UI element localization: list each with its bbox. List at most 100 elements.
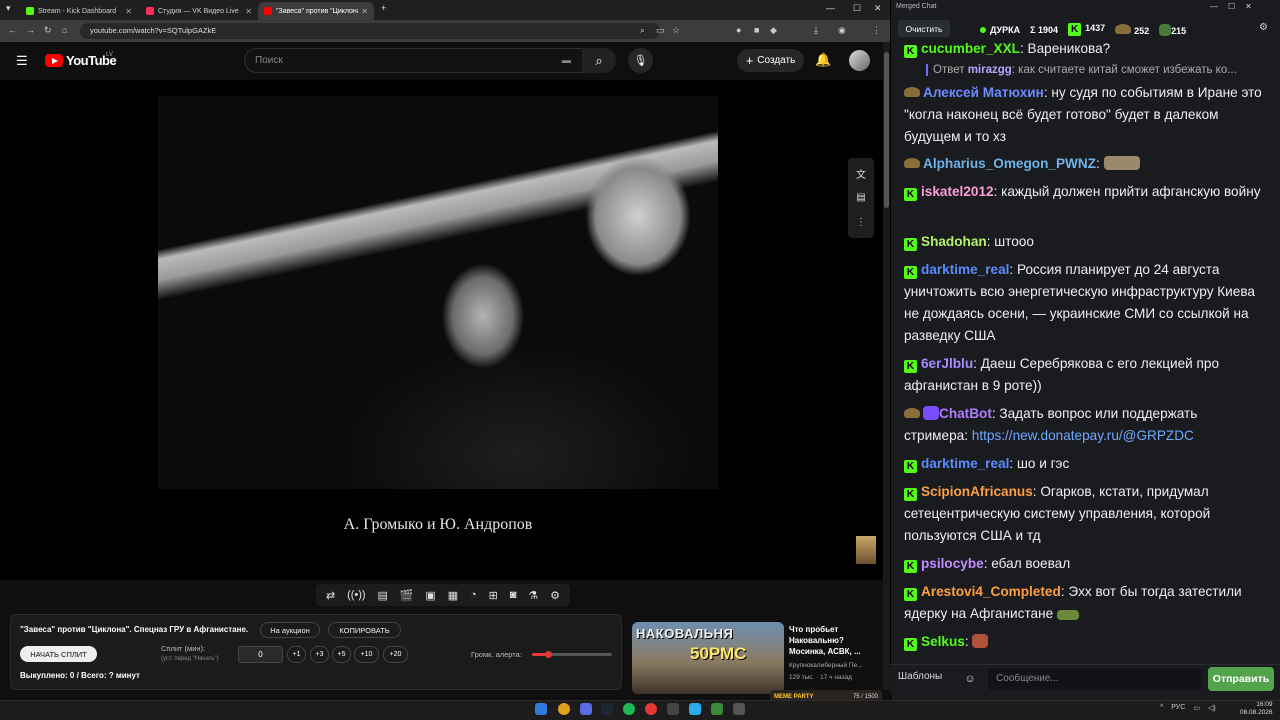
increment-3-button[interactable]: +3 (310, 646, 329, 663)
camera-icon[interactable]: ◙ (510, 589, 517, 601)
templates-button[interactable]: Шаблоны (898, 671, 942, 682)
search-button[interactable]: ⌕ (582, 48, 616, 73)
bookmark-icon[interactable]: ☆ (672, 25, 680, 36)
close-icon[interactable]: ✕ (245, 7, 252, 16)
tab-search-icon[interactable]: ▾ (6, 3, 11, 14)
extension-icon[interactable]: ● (736, 25, 741, 35)
spotify-icon[interactable] (623, 703, 635, 715)
clapper-icon[interactable]: 🎬 (400, 589, 414, 602)
close-window-icon[interactable]: ✕ (874, 3, 882, 14)
steam-icon[interactable] (601, 703, 613, 715)
extension-icon[interactable]: ◆ (770, 25, 777, 36)
close-icon[interactable]: ✕ (361, 7, 368, 16)
chat-window-controls[interactable]: —☐✕ (1210, 2, 1262, 11)
clear-chat-button[interactable]: Очистить (898, 20, 950, 37)
more-icon[interactable]: ⋮ (850, 211, 872, 233)
chat-username[interactable]: Selkus (921, 634, 965, 649)
chat-username[interactable]: Shadohan (921, 234, 987, 249)
voice-search-button[interactable]: 🎙 (628, 48, 653, 73)
network-icon[interactable]: ▭ (1193, 704, 1200, 712)
chat-username[interactable]: psilocybe (921, 556, 984, 571)
increment-10-button[interactable]: +10 (354, 646, 379, 663)
message-input[interactable]: Сообщение... (988, 668, 1202, 690)
chat-username[interactable]: ScipionAfricanus (921, 484, 1033, 499)
film-icon[interactable]: ▦ (448, 589, 458, 602)
chat-username[interactable]: darktime_real (921, 262, 1009, 277)
home-icon[interactable]: ⌂ (62, 25, 67, 35)
emoji-icon[interactable]: ☺ (961, 670, 979, 688)
subtitles-icon[interactable]: ▤ (850, 186, 872, 208)
download-icon[interactable]: ⤓ (814, 25, 818, 36)
start-icon[interactable] (535, 703, 547, 715)
volume-icon[interactable]: ◁) (1208, 704, 1216, 712)
chat-username[interactable]: ChatBot (939, 406, 992, 421)
zoom-icon[interactable]: ⌕ (640, 25, 645, 36)
translate-icon[interactable]: 文 (850, 162, 872, 184)
notifications-bell-icon[interactable]: 🔔 (815, 52, 831, 68)
chat-username[interactable]: darktime_real (921, 456, 1009, 471)
donate-link[interactable]: https://new.donatepay.ru/@GRPZDC (972, 428, 1194, 443)
alert-volume-handle[interactable] (545, 651, 552, 658)
language-indicator[interactable]: РУС (1171, 704, 1185, 712)
app-icon[interactable] (667, 703, 679, 715)
start-split-button[interactable]: НАЧАТЬ СПЛИТ (20, 646, 97, 662)
copy-button[interactable]: КОПИРОВАТЬ (328, 622, 401, 638)
chat-username[interactable]: Алексей Матюхин (923, 85, 1044, 100)
add-clip-icon[interactable]: ⊞ (489, 589, 498, 602)
chat-username[interactable]: Alpharius_Omegon_PWNZ (923, 156, 1096, 171)
speed-icon[interactable]: ◔ (470, 589, 477, 601)
system-tray[interactable]: ^ РУС ▭ ◁) (1160, 704, 1216, 712)
increment-1-button[interactable]: +1 (287, 646, 306, 663)
end-card-thumbnail[interactable] (856, 536, 876, 564)
increment-20-button[interactable]: +20 (383, 646, 408, 663)
forward-icon[interactable]: → (26, 25, 35, 35)
hamburger-icon[interactable]: ☰ (16, 53, 28, 69)
back-icon[interactable]: ← (8, 25, 17, 35)
tray-chevron-icon[interactable]: ^ (1160, 704, 1163, 712)
new-tab-icon[interactable]: + (381, 3, 386, 13)
extension-icon[interactable]: ■ (754, 25, 759, 35)
broadcast-icon[interactable]: ((•)) (347, 589, 366, 601)
split-minutes-input[interactable]: 0 (238, 646, 283, 663)
minimize-icon[interactable]: — (826, 3, 835, 13)
gear-icon[interactable]: ⚙ (550, 589, 560, 602)
cast-icon[interactable]: ▭ (656, 25, 665, 36)
app-icon[interactable] (711, 703, 723, 715)
scrollbar-thumb[interactable] (884, 52, 889, 208)
close-icon[interactable]: ✕ (125, 7, 132, 16)
keyboard-icon[interactable]: ▬ (562, 55, 571, 65)
search-input[interactable]: Поиск ▬ (244, 48, 584, 73)
reload-icon[interactable]: ↻ (44, 25, 52, 36)
address-bar[interactable]: youtube.com/watch?v=SQTulpGAZkE (80, 23, 660, 39)
maximize-icon[interactable]: ☐ (853, 3, 861, 14)
taskbar-clock[interactable]: 16:09 08.08.2026 (1240, 701, 1273, 717)
chat-settings-icon[interactable]: ⚙ (1259, 22, 1268, 33)
chat-username[interactable]: iskatel2012 (921, 184, 994, 199)
tab-kick-dashboard[interactable]: Stream - Kick Dashboard ✕ (20, 2, 138, 20)
tab-vk-studio[interactable]: Студия — VK Видео Live ✕ (140, 2, 258, 20)
flask-icon[interactable]: ⚗ (528, 589, 538, 602)
tab-youtube-video[interactable]: "Завеса" против "Циклона" ✕ (258, 2, 374, 20)
app-icon[interactable] (733, 703, 745, 715)
recommended-title[interactable]: Что пробьет Наковальню? Мосинка, АСВК, .… (789, 624, 881, 657)
send-button[interactable]: Отправить (1208, 667, 1274, 691)
chat-username[interactable]: Arestovi4_Completed (921, 584, 1061, 599)
frame-icon[interactable]: ▣ (425, 589, 435, 602)
youtube-logo-icon[interactable] (45, 54, 63, 67)
telegram-icon[interactable] (689, 703, 701, 715)
recommended-channel[interactable]: Крупнокалиберный Пе... (789, 662, 881, 669)
playlist-icon[interactable]: ▤ (378, 589, 388, 602)
loop-icon[interactable]: ⇄ (326, 589, 335, 602)
create-button[interactable]: + Создать (737, 49, 804, 72)
chat-username[interactable]: 6erJlblu (921, 356, 973, 371)
increment-5-button[interactable]: +5 (332, 646, 351, 663)
discord-icon[interactable] (580, 703, 592, 715)
menu-icon[interactable]: ⋮ (872, 25, 881, 36)
chat-username[interactable]: cucumber_XXL (921, 41, 1020, 56)
reply-preview[interactable]: Ответ mirazgg: как считаете китай сможет… (926, 64, 1256, 76)
app-icon[interactable] (645, 703, 657, 715)
auction-button[interactable]: На аукцион (260, 622, 320, 638)
chrome-icon[interactable] (558, 703, 570, 715)
avatar[interactable] (849, 50, 870, 71)
profile-icon[interactable]: ◉ (838, 25, 846, 36)
